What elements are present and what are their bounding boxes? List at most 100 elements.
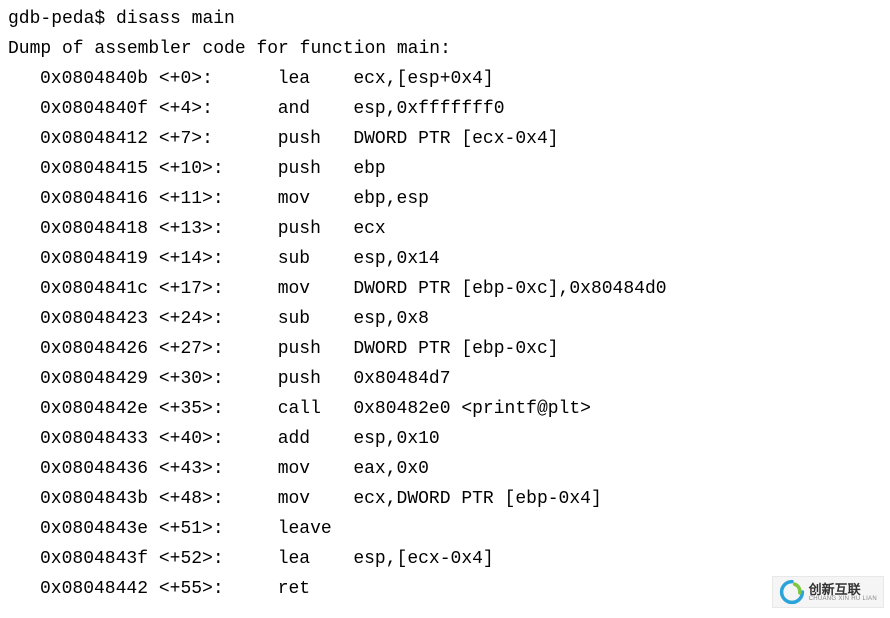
asm-address: 0x08048429 [40, 369, 148, 389]
asm-offset: <+10> [159, 159, 213, 179]
asm-line: 0x08048426 <+27>: push DWORD PTR [ebp-0x… [8, 334, 882, 364]
asm-offset: <+13> [159, 219, 213, 239]
watermark-logo-icon [779, 579, 805, 605]
asm-address: 0x0804840b [40, 69, 148, 89]
asm-colon: : [213, 249, 224, 269]
asm-line: 0x08048415 <+10>: push ebp [8, 154, 882, 184]
asm-mnemonic: sub [278, 309, 310, 329]
asm-offset: <+4> [159, 99, 202, 119]
asm-offset: <+43> [159, 459, 213, 479]
asm-mnemonic: mov [278, 459, 310, 479]
asm-line: 0x08048423 <+24>: sub esp,0x8 [8, 304, 882, 334]
asm-offset: <+0> [159, 69, 202, 89]
asm-offset: <+17> [159, 279, 213, 299]
prompt-text: gdb-peda$ [8, 9, 116, 29]
asm-line: 0x08048436 <+43>: mov eax,0x0 [8, 454, 882, 484]
asm-mnemonic: push [278, 339, 321, 359]
watermark-cn: 创新互联 [809, 583, 877, 596]
asm-operands: DWORD PTR [ebp-0xc],0x80484d0 [353, 279, 666, 299]
asm-address: 0x0804843f [40, 549, 148, 569]
asm-operands: ecx,DWORD PTR [ebp-0x4] [353, 489, 601, 509]
asm-line: 0x0804842e <+35>: call 0x80482e0 <printf… [8, 394, 882, 424]
asm-mnemonic: push [278, 219, 321, 239]
asm-address: 0x08048442 [40, 579, 148, 599]
asm-line: 0x0804843f <+52>: lea esp,[ecx-0x4] [8, 544, 882, 574]
asm-mnemonic: lea [278, 549, 310, 569]
asm-mnemonic: lea [278, 69, 310, 89]
asm-address: 0x0804842e [40, 399, 148, 419]
asm-line: 0x08048429 <+30>: push 0x80484d7 [8, 364, 882, 394]
asm-mnemonic: push [278, 159, 321, 179]
asm-colon: : [213, 369, 224, 389]
asm-operands: 0x80484d7 [353, 369, 450, 389]
asm-address: 0x0804840f [40, 99, 148, 119]
asm-colon: : [202, 99, 213, 119]
asm-offset: <+24> [159, 309, 213, 329]
asm-line: 0x08048412 <+7>: push DWORD PTR [ecx-0x4… [8, 124, 882, 154]
asm-offset: <+52> [159, 549, 213, 569]
watermark-en: CHUANG XIN HU LIAN [809, 596, 877, 602]
asm-mnemonic: and [278, 99, 310, 119]
asm-address: 0x08048415 [40, 159, 148, 179]
asm-colon: : [213, 189, 224, 209]
asm-operands: esp,0x10 [353, 429, 439, 449]
asm-colon: : [213, 399, 224, 419]
asm-colon: : [213, 489, 224, 509]
asm-mnemonic: add [278, 429, 310, 449]
asm-offset: <+55> [159, 579, 213, 599]
asm-mnemonic: mov [278, 189, 310, 209]
asm-address: 0x08048419 [40, 249, 148, 269]
asm-colon: : [213, 339, 224, 359]
asm-colon: : [213, 159, 224, 179]
asm-colon: : [213, 429, 224, 449]
asm-offset: <+27> [159, 339, 213, 359]
asm-operands: esp,0x14 [353, 249, 439, 269]
asm-address: 0x08048433 [40, 429, 148, 449]
asm-address: 0x08048418 [40, 219, 148, 239]
asm-mnemonic: call [278, 399, 321, 419]
asm-operands: ecx,[esp+0x4] [353, 69, 493, 89]
asm-mnemonic: mov [278, 489, 310, 509]
asm-offset: <+11> [159, 189, 213, 209]
asm-offset: <+51> [159, 519, 213, 539]
asm-operands: esp,0x8 [353, 309, 429, 329]
gdb-prompt-line[interactable]: gdb-peda$ disass main [8, 4, 882, 34]
asm-operands: 0x80482e0 <printf@plt> [353, 399, 591, 419]
asm-operands: esp,[ecx-0x4] [353, 549, 493, 569]
asm-mnemonic: ret [278, 579, 310, 599]
asm-mnemonic: sub [278, 249, 310, 269]
asm-line: 0x08048442 <+55>: ret [8, 574, 882, 604]
asm-colon: : [213, 519, 224, 539]
asm-line: 0x0804840f <+4>: and esp,0xfffffff0 [8, 94, 882, 124]
asm-colon: : [202, 129, 213, 149]
asm-line: 0x0804840b <+0>: lea ecx,[esp+0x4] [8, 64, 882, 94]
asm-offset: <+35> [159, 399, 213, 419]
asm-operands: ebp [353, 159, 385, 179]
asm-offset: <+7> [159, 129, 202, 149]
asm-colon: : [213, 219, 224, 239]
asm-offset: <+48> [159, 489, 213, 509]
asm-address: 0x08048416 [40, 189, 148, 209]
command-text: disass main [116, 9, 235, 29]
asm-line: 0x0804843b <+48>: mov ecx,DWORD PTR [ebp… [8, 484, 882, 514]
asm-colon: : [213, 309, 224, 329]
asm-operands: esp,0xfffffff0 [353, 99, 504, 119]
asm-offset: <+30> [159, 369, 213, 389]
asm-address: 0x08048423 [40, 309, 148, 329]
asm-line: 0x08048416 <+11>: mov ebp,esp [8, 184, 882, 214]
asm-mnemonic: push [278, 129, 321, 149]
asm-operands: DWORD PTR [ebp-0xc] [353, 339, 558, 359]
asm-mnemonic: leave [278, 519, 332, 539]
asm-line: 0x08048419 <+14>: sub esp,0x14 [8, 244, 882, 274]
asm-offset: <+40> [159, 429, 213, 449]
asm-operands: DWORD PTR [ecx-0x4] [353, 129, 558, 149]
asm-address: 0x08048412 [40, 129, 148, 149]
asm-mnemonic: push [278, 369, 321, 389]
asm-address: 0x0804843e [40, 519, 148, 539]
asm-address: 0x08048436 [40, 459, 148, 479]
asm-colon: : [213, 579, 224, 599]
asm-operands: eax,0x0 [353, 459, 429, 479]
disassembly-listing: 0x0804840b <+0>: lea ecx,[esp+0x4]0x0804… [8, 64, 882, 604]
asm-colon: : [213, 549, 224, 569]
asm-operands: ecx [353, 219, 385, 239]
